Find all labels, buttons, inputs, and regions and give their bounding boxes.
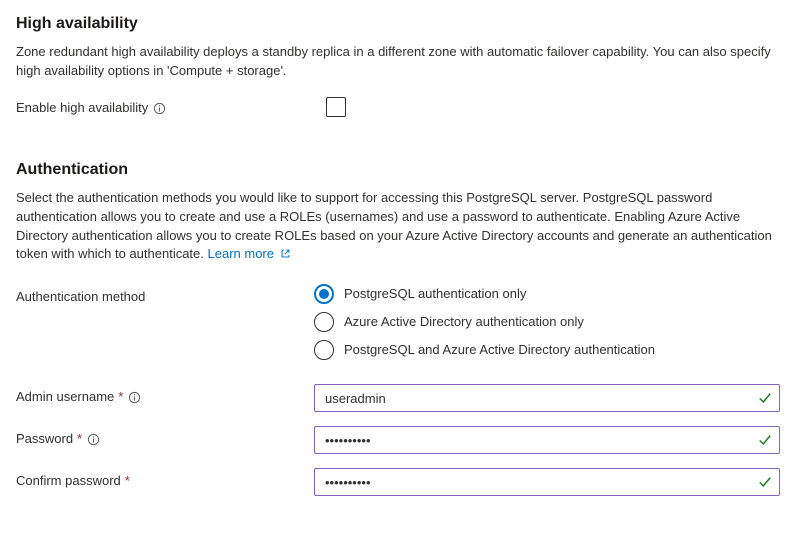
- password-input-wrap: [314, 426, 780, 454]
- auth-option-label: PostgreSQL and Azure Active Directory au…: [344, 341, 655, 360]
- radio-icon: [314, 340, 334, 360]
- auth-option-postgres-only[interactable]: PostgreSQL authentication only: [314, 284, 784, 304]
- auth-method-row: Authentication method PostgreSQL authent…: [16, 284, 784, 360]
- admin-username-row: Admin username *: [16, 384, 784, 412]
- ha-enable-label-wrap: Enable high availability: [16, 95, 314, 118]
- check-icon: [758, 433, 772, 447]
- auth-method-radio-group: PostgreSQL authentication only Azure Act…: [314, 284, 784, 360]
- auth-description: Select the authentication methods you wo…: [16, 189, 776, 264]
- confirm-password-label-wrap: Confirm password *: [16, 468, 314, 491]
- required-indicator: *: [118, 388, 123, 407]
- admin-username-input[interactable]: [314, 384, 780, 412]
- info-icon[interactable]: [86, 433, 100, 447]
- password-label: Password: [16, 430, 73, 449]
- auth-option-aad-only[interactable]: Azure Active Directory authentication on…: [314, 312, 784, 332]
- auth-heading: Authentication: [16, 158, 784, 181]
- auth-method-label: Authentication method: [16, 284, 314, 307]
- learn-more-label: Learn more: [208, 246, 274, 261]
- auth-option-postgres-and-aad[interactable]: PostgreSQL and Azure Active Directory au…: [314, 340, 784, 360]
- required-indicator: *: [77, 430, 82, 449]
- auth-option-label: PostgreSQL authentication only: [344, 285, 526, 304]
- ha-enable-row: Enable high availability: [16, 95, 784, 118]
- info-icon[interactable]: [127, 391, 141, 405]
- auth-description-text: Select the authentication methods you wo…: [16, 190, 772, 262]
- confirm-password-input-wrap: [314, 468, 780, 496]
- ha-enable-checkbox[interactable]: [326, 97, 346, 117]
- password-row: Password *: [16, 426, 784, 454]
- check-icon: [758, 475, 772, 489]
- required-indicator: *: [125, 472, 130, 491]
- info-icon[interactable]: [152, 101, 166, 115]
- password-input[interactable]: [314, 426, 780, 454]
- external-link-icon: [280, 248, 291, 259]
- ha-enable-label: Enable high availability: [16, 99, 148, 118]
- ha-description: Zone redundant high availability deploys…: [16, 43, 776, 81]
- admin-username-input-wrap: [314, 384, 780, 412]
- radio-icon: [314, 312, 334, 332]
- password-label-wrap: Password *: [16, 426, 314, 449]
- confirm-password-row: Confirm password *: [16, 468, 784, 496]
- ha-heading: High availability: [16, 12, 784, 35]
- radio-icon: [314, 284, 334, 304]
- admin-username-label-wrap: Admin username *: [16, 384, 314, 407]
- check-icon: [758, 391, 772, 405]
- auth-option-label: Azure Active Directory authentication on…: [344, 313, 584, 332]
- admin-username-label: Admin username: [16, 388, 114, 407]
- confirm-password-input[interactable]: [314, 468, 780, 496]
- learn-more-link[interactable]: Learn more: [208, 246, 291, 261]
- confirm-password-label: Confirm password: [16, 472, 121, 491]
